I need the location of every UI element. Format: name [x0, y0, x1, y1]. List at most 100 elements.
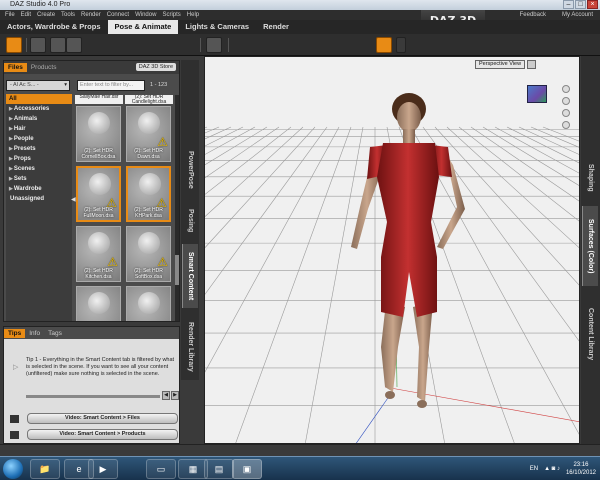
hdr-preset-icon	[138, 292, 160, 314]
daz-store-button[interactable]: DAZ 3D Store	[135, 63, 176, 71]
tab-shaping[interactable]: Shaping	[582, 156, 598, 200]
content-thumbnail[interactable]: ⚠ (2): Set HDR FullMoon.dsa	[76, 166, 121, 222]
category-item[interactable]: ▶Props	[6, 154, 72, 164]
content-thumbnail[interactable]	[126, 286, 171, 321]
menu-scripts[interactable]: Scripts	[159, 12, 183, 18]
category-item[interactable]: ▶Wardrobe	[6, 184, 72, 194]
folder-icon[interactable]: ▤	[204, 459, 234, 479]
tip-previous-icon[interactable]: ▷	[13, 363, 18, 371]
grid-item-header[interactable]: SallyMae Hair.dsf	[75, 95, 123, 104]
smart-content-panel: Files Products DAZ 3D Store - Al Ac S...…	[3, 60, 180, 322]
video-clapper-icon	[10, 431, 19, 439]
tab-lights-cameras[interactable]: Lights & Cameras	[178, 20, 256, 34]
menu-window[interactable]: Window	[132, 12, 159, 18]
tab-render[interactable]: Render	[256, 20, 296, 34]
close-button[interactable]: ×	[587, 0, 598, 9]
orbit-icon[interactable]	[562, 85, 570, 93]
minimize-button[interactable]: –	[563, 0, 574, 9]
warning-icon: ⚠	[157, 135, 168, 149]
tab-files[interactable]: Files	[4, 63, 27, 72]
video-row: Video: Smart Content > Files	[10, 413, 178, 425]
menu-render[interactable]: Render	[78, 12, 104, 18]
active-tool-icon[interactable]	[376, 37, 392, 53]
clock[interactable]: 23:16 16/10/2012	[566, 461, 596, 477]
tab-content-library[interactable]: Content Library	[582, 294, 598, 374]
video-smart-content-files-button[interactable]: Video: Smart Content > Files	[27, 413, 178, 424]
tip-prev-button[interactable]: ◀	[162, 391, 170, 400]
viewport-options-icon[interactable]	[527, 60, 537, 69]
menu-create[interactable]: Create	[34, 12, 58, 18]
content-thumbnail[interactable]: ⚠ (2): Set HDR SoftBox.dsa	[126, 226, 171, 282]
tip-slider[interactable]	[26, 395, 160, 398]
content-thumbnail[interactable]: ⚠ (2): Set HDR Dawn.dsa	[126, 106, 171, 162]
status-bar	[0, 444, 600, 456]
tab-powerpose[interactable]: PowerPose	[182, 142, 198, 198]
expand-arrow-icon: ▶	[9, 156, 13, 162]
tab-pose-animate[interactable]: Pose & Animate	[107, 20, 179, 34]
content-scrollbar[interactable]	[175, 95, 179, 321]
pan-icon[interactable]	[562, 97, 570, 105]
category-item[interactable]: ▶Presets	[6, 144, 72, 154]
universal-tool-icon[interactable]	[6, 37, 22, 53]
content-thumbnail[interactable]: (2): Set HDR CornellBox.dsa	[76, 106, 121, 162]
tip-navigation: ◀ ▶	[162, 391, 179, 400]
tab-products[interactable]: Products	[27, 63, 61, 72]
language-indicator[interactable]: EN	[530, 466, 538, 472]
title-bar: DAZ Studio 4.0 Pro – □ ×	[0, 0, 600, 10]
tab-tips[interactable]: Tips	[4, 328, 26, 338]
tab-surfaces-color[interactable]: Surfaces (Color)	[582, 206, 598, 286]
filter-input[interactable]: Enter text to filter by...	[77, 80, 145, 91]
tab-smart-content[interactable]: Smart Content	[182, 244, 198, 308]
feedback-link[interactable]: Feedback	[517, 12, 549, 18]
tray-icons[interactable]: ▲ ◙ ♪	[544, 466, 560, 472]
my-account-link[interactable]: My Account	[559, 12, 596, 18]
menu-file[interactable]: File	[2, 12, 18, 18]
tab-actors-wardrobe-props[interactable]: Actors, Wardrobe & Props	[0, 20, 108, 34]
menu-connect[interactable]: Connect	[104, 12, 132, 18]
category-item[interactable]: ▶Animals	[6, 114, 72, 124]
category-item[interactable]: ▶Scenes	[6, 164, 72, 174]
content-thumbnail[interactable]: ⚠ (2): Set HDR KHPark.dsa	[126, 166, 171, 222]
expand-arrow-icon: ▶	[9, 176, 13, 182]
tool-dropdown-icon[interactable]	[396, 37, 406, 53]
tip-next-button[interactable]: ▶	[171, 391, 179, 400]
content-thumbnail[interactable]: ⚠ (2): Set HDR Kitchen.dsa	[76, 226, 121, 282]
menu-tools[interactable]: Tools	[58, 12, 78, 18]
start-button[interactable]	[3, 459, 23, 479]
scroll-thumb[interactable]	[175, 255, 179, 285]
view-cube-icon[interactable]	[527, 85, 547, 103]
tab-posing[interactable]: Posing	[182, 203, 198, 239]
daz-studio-task-icon[interactable]: ▣	[232, 459, 262, 479]
menu-help[interactable]: Help	[184, 12, 202, 18]
room-tabs: Actors, Wardrobe & Props Pose & Animate …	[0, 20, 600, 34]
media-player-icon[interactable]: ▶	[88, 459, 118, 479]
tab-render-library[interactable]: Render Library	[182, 316, 198, 378]
hdr-preset-icon	[88, 112, 110, 134]
maximize-button[interactable]: □	[575, 0, 586, 9]
tab-tags[interactable]: Tags	[44, 329, 66, 338]
category-item[interactable]: ▶Accessories	[6, 104, 72, 114]
viewport-3d[interactable]: Perspective View	[204, 56, 580, 444]
category-item[interactable]: ▶Sets	[6, 174, 72, 184]
video-smart-content-products-button[interactable]: Video: Smart Content > Products	[27, 429, 178, 440]
camera-add-icon[interactable]	[206, 37, 222, 53]
content-thumbnail[interactable]	[76, 286, 121, 321]
category-item[interactable]: ▶Hair	[6, 124, 72, 134]
category-item[interactable]: ▶People	[6, 134, 72, 144]
category-select[interactable]: - Al Ac S... -	[6, 80, 70, 91]
monitor-icon[interactable]: ▭	[146, 459, 176, 479]
video-clapper-icon	[10, 415, 19, 423]
camera-select[interactable]: Perspective View	[475, 60, 526, 69]
camera-tool-icon[interactable]	[50, 37, 66, 53]
figure-model[interactable]	[205, 57, 580, 444]
render-preview-icon[interactable]	[66, 37, 82, 53]
category-item[interactable]: All	[6, 94, 72, 104]
category-item[interactable]: Unassigned	[6, 194, 72, 204]
explorer-icon[interactable]: 📁	[30, 459, 60, 479]
pose-tool-icon[interactable]	[30, 37, 46, 53]
dolly-icon[interactable]	[562, 121, 570, 129]
menu-edit[interactable]: Edit	[18, 12, 34, 18]
tab-info[interactable]: Info	[25, 329, 44, 338]
grid-item-header[interactable]: (2): Set HDR Candlelight.dsa	[125, 95, 173, 104]
zoom-icon[interactable]	[562, 109, 570, 117]
